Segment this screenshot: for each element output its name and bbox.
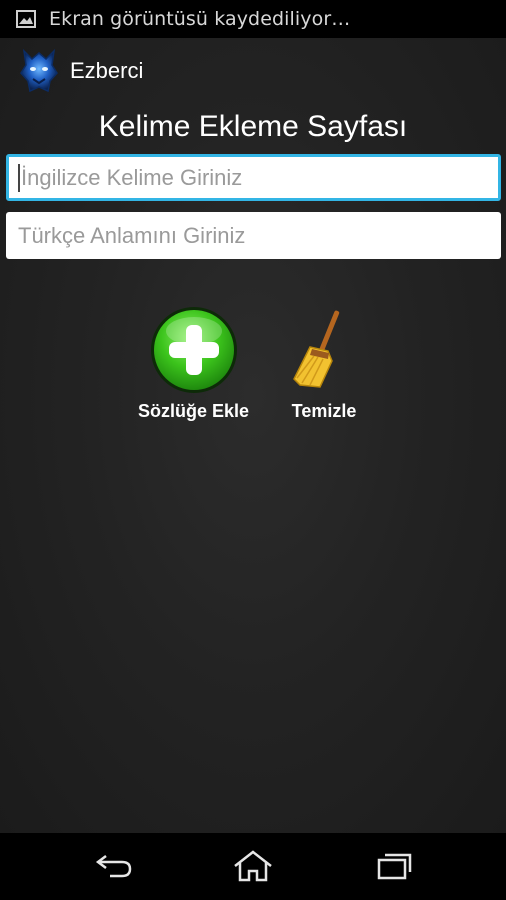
add-to-dictionary-button[interactable]: Sözlüğe Ekle xyxy=(138,305,249,422)
app-title: Ezberci xyxy=(70,58,144,83)
turkish-meaning-input[interactable]: Türkçe Anlamını Giriniz xyxy=(6,212,501,259)
navigation-bar xyxy=(0,833,506,900)
turkish-meaning-placeholder: Türkçe Anlamını Giriniz xyxy=(18,222,246,248)
status-notification-text: Ekran görüntüsü kaydediliyor… xyxy=(49,8,351,30)
text-cursor xyxy=(18,163,20,192)
add-to-dictionary-label: Sözlüğe Ekle xyxy=(138,401,250,421)
action-bar: Ezberci xyxy=(0,38,506,104)
status-bar: Ekran görüntüsü kaydediliyor… xyxy=(0,0,506,38)
home-icon[interactable] xyxy=(231,849,275,883)
recents-icon[interactable] xyxy=(373,849,417,883)
app-screen: Ezberci Kelime Ekleme Sayfası İngilizce … xyxy=(0,38,506,833)
page-title: Kelime Ekleme Sayfası xyxy=(98,110,408,143)
english-word-input[interactable]: İngilizce Kelime Giriniz xyxy=(6,154,501,201)
app-logo-icon[interactable] xyxy=(18,47,60,95)
english-word-placeholder: İngilizce Kelime Giriniz xyxy=(21,164,243,190)
clear-button[interactable]: Temizle xyxy=(288,305,360,422)
image-icon xyxy=(16,10,36,28)
back-icon[interactable] xyxy=(92,849,136,883)
plus-circle-icon xyxy=(149,305,239,399)
broom-icon xyxy=(288,305,360,399)
clear-label: Temizle xyxy=(291,401,357,421)
